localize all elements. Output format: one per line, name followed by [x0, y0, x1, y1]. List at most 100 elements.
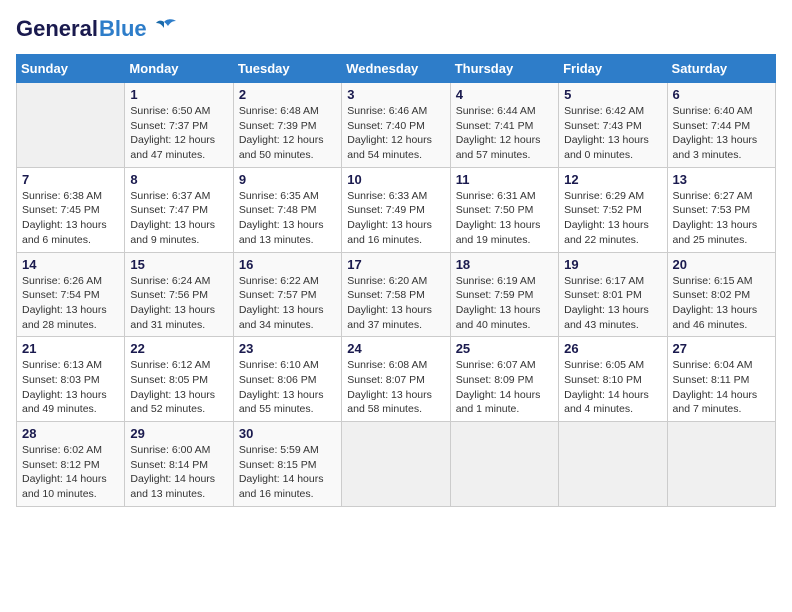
day-number: 4: [456, 87, 553, 102]
day-number: 29: [130, 426, 227, 441]
calendar-cell: 16 Sunrise: 6:22 AM Sunset: 7:57 PM Dayli…: [233, 252, 341, 337]
calendar-week-row: 21Sunrise: 6:13 AM Sunset: 8:03 PM Dayli…: [17, 337, 776, 422]
calendar-week-row: 7 Sunrise: 6:38 AM Sunset: 7:45 PM Daylig…: [17, 167, 776, 252]
day-number: 19: [564, 257, 661, 272]
day-number: 3: [347, 87, 444, 102]
day-info: Sunrise: 6:00 AM Sunset: 8:14 PM Dayligh…: [130, 443, 227, 502]
calendar-cell: 19 Sunrise: 6:17 AM Sunset: 8:01 PM Dayli…: [559, 252, 667, 337]
logo-bird-icon: [150, 18, 178, 40]
calendar-cell: 30 Sunrise: 5:59 AM Sunset: 8:15 PM Dayli…: [233, 422, 341, 507]
day-info: Sunrise: 6:48 AM Sunset: 7:39 PM Dayligh…: [239, 104, 336, 163]
logo-general: General: [16, 17, 98, 41]
calendar-week-row: 1 Sunrise: 6:50 AM Sunset: 7:37 PM Daylig…: [17, 83, 776, 168]
weekday-header-monday: Monday: [125, 55, 233, 83]
day-number: 5: [564, 87, 661, 102]
calendar-cell: [342, 422, 450, 507]
day-info: Sunrise: 6:33 AM Sunset: 7:49 PM Dayligh…: [347, 189, 444, 248]
logo: General Blue: [16, 16, 178, 42]
day-info: Sunrise: 6:19 AM Sunset: 7:59 PM Dayligh…: [456, 274, 553, 333]
calendar-cell: 4 Sunrise: 6:44 AM Sunset: 7:41 PM Daylig…: [450, 83, 558, 168]
day-info: Sunrise: 6:37 AM Sunset: 7:47 PM Dayligh…: [130, 189, 227, 248]
calendar-cell: [667, 422, 775, 507]
calendar-cell: 1 Sunrise: 6:50 AM Sunset: 7:37 PM Daylig…: [125, 83, 233, 168]
logo-blue: Blue: [99, 16, 147, 42]
calendar-cell: 17Sunrise: 6:20 AM Sunset: 7:58 PM Dayli…: [342, 252, 450, 337]
calendar-cell: 20Sunrise: 6:15 AM Sunset: 8:02 PM Dayli…: [667, 252, 775, 337]
day-number: 30: [239, 426, 336, 441]
day-info: Sunrise: 6:17 AM Sunset: 8:01 PM Dayligh…: [564, 274, 661, 333]
day-number: 11: [456, 172, 553, 187]
calendar-cell: 15 Sunrise: 6:24 AM Sunset: 7:56 PM Dayli…: [125, 252, 233, 337]
calendar-cell: 29 Sunrise: 6:00 AM Sunset: 8:14 PM Dayli…: [125, 422, 233, 507]
weekday-header-row: SundayMondayTuesdayWednesdayThursdayFrid…: [17, 55, 776, 83]
calendar-cell: 28Sunrise: 6:02 AM Sunset: 8:12 PM Dayli…: [17, 422, 125, 507]
day-number: 15: [130, 257, 227, 272]
day-info: Sunrise: 6:02 AM Sunset: 8:12 PM Dayligh…: [22, 443, 119, 502]
day-info: Sunrise: 6:46 AM Sunset: 7:40 PM Dayligh…: [347, 104, 444, 163]
calendar-cell: 6 Sunrise: 6:40 AM Sunset: 7:44 PM Daylig…: [667, 83, 775, 168]
day-info: Sunrise: 6:13 AM Sunset: 8:03 PM Dayligh…: [22, 358, 119, 417]
day-number: 17: [347, 257, 444, 272]
calendar-cell: 8 Sunrise: 6:37 AM Sunset: 7:47 PM Daylig…: [125, 167, 233, 252]
day-info: Sunrise: 6:44 AM Sunset: 7:41 PM Dayligh…: [456, 104, 553, 163]
calendar-cell: 26 Sunrise: 6:05 AM Sunset: 8:10 PM Dayli…: [559, 337, 667, 422]
day-info: Sunrise: 6:50 AM Sunset: 7:37 PM Dayligh…: [130, 104, 227, 163]
day-info: Sunrise: 6:42 AM Sunset: 7:43 PM Dayligh…: [564, 104, 661, 163]
day-number: 1: [130, 87, 227, 102]
weekday-header-tuesday: Tuesday: [233, 55, 341, 83]
day-number: 26: [564, 341, 661, 356]
day-number: 18: [456, 257, 553, 272]
day-number: 20: [673, 257, 770, 272]
day-info: Sunrise: 6:04 AM Sunset: 8:11 PM Dayligh…: [673, 358, 770, 417]
calendar-table: SundayMondayTuesdayWednesdayThursdayFrid…: [16, 54, 776, 507]
day-number: 13: [673, 172, 770, 187]
day-number: 8: [130, 172, 227, 187]
day-info: Sunrise: 6:40 AM Sunset: 7:44 PM Dayligh…: [673, 104, 770, 163]
day-info: Sunrise: 6:31 AM Sunset: 7:50 PM Dayligh…: [456, 189, 553, 248]
day-info: Sunrise: 5:59 AM Sunset: 8:15 PM Dayligh…: [239, 443, 336, 502]
calendar-cell: 12Sunrise: 6:29 AM Sunset: 7:52 PM Dayli…: [559, 167, 667, 252]
weekday-header-wednesday: Wednesday: [342, 55, 450, 83]
calendar-cell: 18 Sunrise: 6:19 AM Sunset: 7:59 PM Dayli…: [450, 252, 558, 337]
day-info: Sunrise: 6:24 AM Sunset: 7:56 PM Dayligh…: [130, 274, 227, 333]
day-number: 14: [22, 257, 119, 272]
day-info: Sunrise: 6:10 AM Sunset: 8:06 PM Dayligh…: [239, 358, 336, 417]
weekday-header-thursday: Thursday: [450, 55, 558, 83]
day-info: Sunrise: 6:27 AM Sunset: 7:53 PM Dayligh…: [673, 189, 770, 248]
day-number: 24: [347, 341, 444, 356]
calendar-week-row: 14Sunrise: 6:26 AM Sunset: 7:54 PM Dayli…: [17, 252, 776, 337]
calendar-cell: 5 Sunrise: 6:42 AM Sunset: 7:43 PM Daylig…: [559, 83, 667, 168]
day-number: 7: [22, 172, 119, 187]
page-header: General Blue: [16, 16, 776, 42]
day-info: Sunrise: 6:12 AM Sunset: 8:05 PM Dayligh…: [130, 358, 227, 417]
calendar-cell: [450, 422, 558, 507]
calendar-cell: 25 Sunrise: 6:07 AM Sunset: 8:09 PM Dayli…: [450, 337, 558, 422]
calendar-cell: 27 Sunrise: 6:04 AM Sunset: 8:11 PM Dayli…: [667, 337, 775, 422]
day-number: 25: [456, 341, 553, 356]
calendar-cell: 11 Sunrise: 6:31 AM Sunset: 7:50 PM Dayli…: [450, 167, 558, 252]
day-info: Sunrise: 6:05 AM Sunset: 8:10 PM Dayligh…: [564, 358, 661, 417]
calendar-cell: 24Sunrise: 6:08 AM Sunset: 8:07 PM Dayli…: [342, 337, 450, 422]
day-number: 23: [239, 341, 336, 356]
calendar-cell: 14Sunrise: 6:26 AM Sunset: 7:54 PM Dayli…: [17, 252, 125, 337]
calendar-cell: 7 Sunrise: 6:38 AM Sunset: 7:45 PM Daylig…: [17, 167, 125, 252]
calendar-cell: 2Sunrise: 6:48 AM Sunset: 7:39 PM Daylig…: [233, 83, 341, 168]
calendar-cell: 23 Sunrise: 6:10 AM Sunset: 8:06 PM Dayli…: [233, 337, 341, 422]
day-number: 9: [239, 172, 336, 187]
calendar-cell: 9 Sunrise: 6:35 AM Sunset: 7:48 PM Daylig…: [233, 167, 341, 252]
calendar-cell: [559, 422, 667, 507]
calendar-cell: 10 Sunrise: 6:33 AM Sunset: 7:49 PM Dayli…: [342, 167, 450, 252]
day-number: 22: [130, 341, 227, 356]
day-number: 12: [564, 172, 661, 187]
day-info: Sunrise: 6:07 AM Sunset: 8:09 PM Dayligh…: [456, 358, 553, 417]
day-number: 10: [347, 172, 444, 187]
calendar-cell: 3 Sunrise: 6:46 AM Sunset: 7:40 PM Daylig…: [342, 83, 450, 168]
day-number: 27: [673, 341, 770, 356]
calendar-cell: [17, 83, 125, 168]
day-info: Sunrise: 6:38 AM Sunset: 7:45 PM Dayligh…: [22, 189, 119, 248]
day-info: Sunrise: 6:22 AM Sunset: 7:57 PM Dayligh…: [239, 274, 336, 333]
calendar-week-row: 28Sunrise: 6:02 AM Sunset: 8:12 PM Dayli…: [17, 422, 776, 507]
day-number: 16: [239, 257, 336, 272]
day-number: 6: [673, 87, 770, 102]
day-info: Sunrise: 6:35 AM Sunset: 7:48 PM Dayligh…: [239, 189, 336, 248]
